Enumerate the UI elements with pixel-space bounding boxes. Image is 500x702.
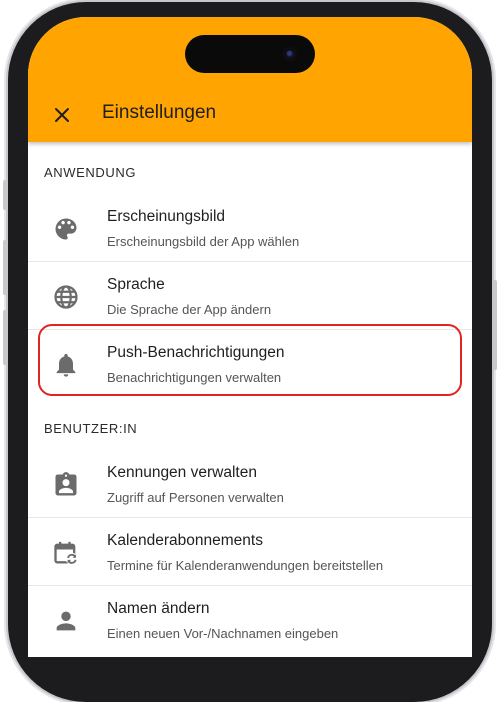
section-header-benutzer: BENUTZER:IN bbox=[44, 421, 138, 436]
list-item-change-name[interactable]: Namen ändern Einen neuen Vor-/Nachnamen … bbox=[28, 586, 472, 654]
calendar-sync-icon bbox=[54, 541, 78, 565]
person-icon bbox=[56, 611, 76, 631]
settings-list: ANWENDUNG Erscheinungsbild Erscheinungsb… bbox=[28, 142, 472, 654]
item-title: Erscheinungsbild bbox=[107, 208, 226, 225]
item-title: Namen ändern bbox=[107, 600, 210, 617]
item-title: Kennungen verwalten bbox=[107, 464, 257, 481]
badge-icon bbox=[55, 472, 77, 496]
phone-side-button bbox=[3, 310, 8, 365]
item-title: Kalenderabonnements bbox=[107, 532, 263, 549]
list-item-appearance[interactable]: Erscheinungsbild Erscheinungsbild der Ap… bbox=[28, 194, 472, 262]
item-title: Sprache bbox=[107, 276, 165, 293]
section-header-anwendung: ANWENDUNG bbox=[44, 165, 137, 180]
close-icon bbox=[55, 108, 69, 122]
close-button[interactable] bbox=[48, 101, 76, 129]
list-item-language[interactable]: Sprache Die Sprache der App ändern bbox=[28, 262, 472, 330]
phone-side-button bbox=[3, 180, 8, 210]
item-subtitle: Einen neuen Vor-/Nachnamen eingeben bbox=[107, 626, 339, 641]
page-title: Einstellungen bbox=[102, 102, 217, 123]
item-subtitle: Erscheinungsbild der App wählen bbox=[107, 234, 300, 249]
item-subtitle: Die Sprache der App ändern bbox=[107, 302, 272, 317]
list-item-manage-ids[interactable]: Kennungen verwalten Zugriff auf Personen… bbox=[28, 450, 472, 518]
list-item-calendar-subscriptions[interactable]: Kalenderabonnements Termine für Kalender… bbox=[28, 518, 472, 586]
item-subtitle: Termine für Kalenderanwendungen bereitst… bbox=[107, 558, 384, 573]
bell-icon bbox=[56, 353, 76, 377]
palette-icon bbox=[55, 218, 77, 240]
item-subtitle: Zugriff auf Personen verwalten bbox=[107, 490, 284, 505]
phone-side-button bbox=[492, 280, 497, 370]
list-item-push-notifications[interactable]: Push-Benachrichtigungen Benachrichtigung… bbox=[28, 330, 472, 398]
item-subtitle: Benachrichtigungen verwalten bbox=[107, 370, 282, 385]
globe-icon bbox=[54, 285, 78, 309]
dynamic-island bbox=[185, 35, 315, 73]
camera-icon bbox=[283, 47, 297, 61]
item-title: Push-Benachrichtigungen bbox=[107, 344, 285, 361]
phone-screen: Einstellungen ANWENDUNG Erscheinungsbild… bbox=[28, 17, 472, 657]
phone-side-button bbox=[3, 240, 8, 295]
